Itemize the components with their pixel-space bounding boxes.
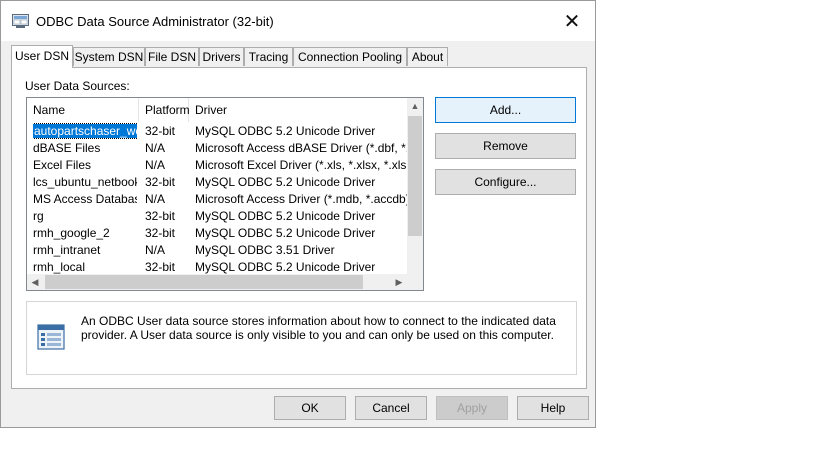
- datasource-info-icon: [35, 320, 67, 352]
- vertical-scrollbar[interactable]: ▲: [407, 98, 423, 274]
- tab-tracing[interactable]: Tracing: [244, 47, 293, 66]
- dsn-driver: MySQL ODBC 5.2 Unicode Driver: [195, 175, 376, 189]
- title-bar: ODBC Data Source Administrator (32-bit) …: [1, 1, 595, 41]
- dsn-platform: N/A: [145, 243, 166, 257]
- help-button[interactable]: Help: [517, 396, 589, 420]
- vertical-scroll-thumb[interactable]: [408, 116, 422, 236]
- dsn-name: autopartschaser_web: [33, 123, 137, 139]
- tab-file-dsn[interactable]: File DSN: [145, 47, 199, 66]
- ok-button[interactable]: OK: [274, 396, 346, 420]
- list-item[interactable]: lcs_ubuntu_netbook 32-bit MySQL ODBC 5.2…: [27, 174, 409, 191]
- column-header-name[interactable]: Name: [27, 98, 139, 122]
- dsn-name: rmh_intranet: [33, 243, 101, 257]
- cancel-button[interactable]: Cancel: [355, 396, 427, 420]
- dsn-driver: MySQL ODBC 3.51 Driver: [195, 243, 335, 257]
- remove-button[interactable]: Remove: [435, 133, 576, 159]
- list-item[interactable]: dBASE Files N/A Microsoft Access dBASE D…: [27, 140, 409, 157]
- list-item[interactable]: rg 32-bit MySQL ODBC 5.2 Unicode Driver: [27, 208, 409, 225]
- tab-connection-pooling[interactable]: Connection Pooling: [293, 47, 407, 66]
- list-item[interactable]: Excel Files N/A Microsoft Excel Driver (…: [27, 157, 409, 174]
- data-sources-list[interactable]: Name Platform Driver autopartschaser_web…: [26, 97, 424, 291]
- scroll-left-icon[interactable]: ◀: [27, 274, 43, 290]
- list-item[interactable]: rmh_google_2 32-bit MySQL ODBC 5.2 Unico…: [27, 225, 409, 242]
- dsn-platform: N/A: [145, 192, 166, 206]
- add-button[interactable]: Add...: [435, 97, 576, 123]
- scroll-up-icon[interactable]: ▲: [407, 98, 423, 114]
- tab-drivers[interactable]: Drivers: [199, 47, 244, 66]
- dsn-driver: MySQL ODBC 5.2 Unicode Driver: [195, 124, 376, 138]
- tab-about[interactable]: About: [407, 47, 448, 66]
- list-item[interactable]: rmh_intranet N/A MySQL ODBC 3.51 Driver: [27, 242, 409, 259]
- dsn-driver: MySQL ODBC 5.2 Unicode Driver: [195, 209, 376, 223]
- dsn-driver: Microsoft Access dBASE Driver (*.dbf, *.…: [195, 141, 409, 155]
- dsn-platform: N/A: [145, 141, 166, 155]
- horizontal-scrollbar[interactable]: ◀ ▶: [27, 274, 423, 290]
- odbc-app-icon: [12, 14, 29, 28]
- dsn-name: lcs_ubuntu_netbook: [33, 175, 137, 189]
- dsn-platform: 32-bit: [145, 226, 176, 240]
- tab-user-dsn[interactable]: User DSN: [11, 45, 73, 68]
- dsn-platform: 32-bit: [145, 175, 176, 189]
- dsn-platform: 32-bit: [145, 124, 176, 138]
- dsn-name: MS Access Database: [33, 192, 137, 206]
- user-data-sources-label: User Data Sources:: [25, 79, 130, 93]
- column-header-platform[interactable]: Platform: [139, 98, 190, 122]
- info-box: An ODBC User data source stores informat…: [26, 301, 577, 375]
- scroll-right-icon[interactable]: ▶: [391, 274, 407, 290]
- dsn-platform: N/A: [145, 158, 166, 172]
- list-item[interactable]: MS Access Database N/A Microsoft Access …: [27, 191, 409, 208]
- horizontal-scroll-thumb[interactable]: [45, 275, 363, 289]
- dsn-name: rmh_google_2: [33, 226, 110, 240]
- configure-button[interactable]: Configure...: [435, 169, 576, 195]
- close-button[interactable]: ✕: [549, 1, 595, 41]
- column-header-driver[interactable]: Driver: [189, 98, 409, 122]
- dsn-name: rg: [33, 209, 44, 223]
- close-icon: ✕: [563, 10, 581, 33]
- odbc-dialog: ODBC Data Source Administrator (32-bit) …: [0, 0, 596, 428]
- dsn-name: dBASE Files: [33, 141, 101, 155]
- dsn-driver: Microsoft Access Driver (*.mdb, *.accdb): [195, 192, 409, 206]
- tab-system-dsn[interactable]: System DSN: [73, 47, 145, 66]
- apply-button[interactable]: Apply: [436, 396, 508, 420]
- info-description: An ODBC User data source stores informat…: [81, 314, 556, 342]
- dsn-driver: MySQL ODBC 5.2 Unicode Driver: [195, 226, 376, 240]
- window-title: ODBC Data Source Administrator (32-bit): [36, 14, 274, 29]
- list-item[interactable]: autopartschaser_web 32-bit MySQL ODBC 5.…: [27, 123, 409, 140]
- dsn-name: Excel Files: [33, 158, 92, 172]
- dsn-platform: 32-bit: [145, 209, 176, 223]
- dsn-driver: Microsoft Excel Driver (*.xls, *.xlsx, *…: [195, 158, 409, 172]
